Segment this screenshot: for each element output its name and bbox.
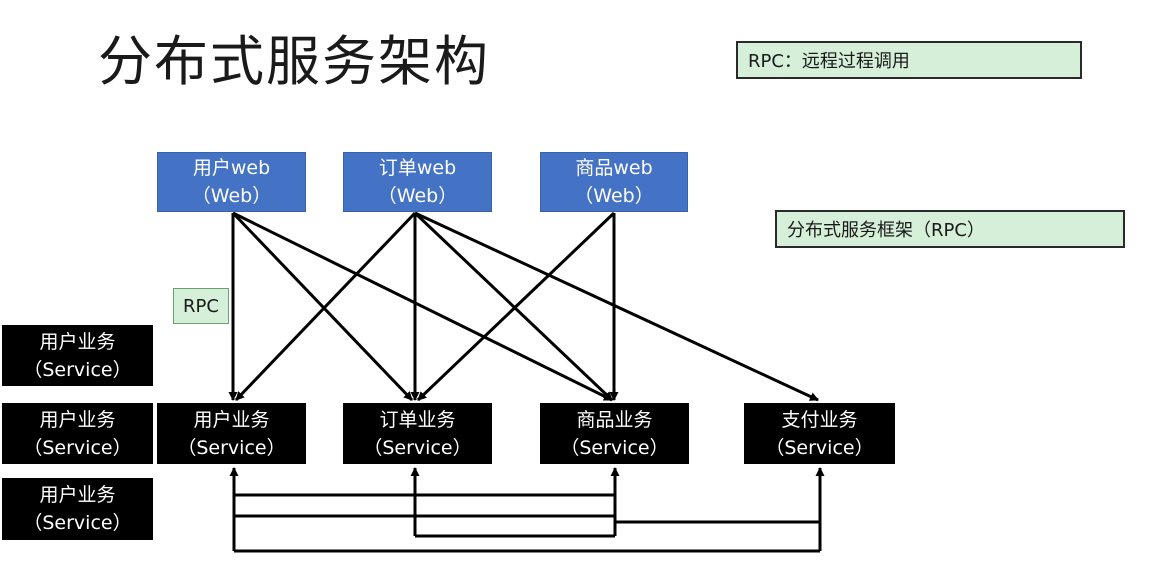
- node-label: 用户业务: [39, 408, 116, 431]
- node-type: （Service）: [765, 436, 874, 459]
- node-type: （Service）: [363, 436, 472, 459]
- node-goods-service: 商品业务 （Service）: [540, 403, 689, 464]
- node-label: 用户业务: [39, 330, 116, 353]
- node-label: 支付业务: [781, 408, 858, 431]
- edge-userweb-goodssvc: [232, 211, 613, 402]
- node-label: 商品业务: [576, 408, 653, 431]
- node-type: （Web）: [377, 185, 458, 207]
- edge-orderweb-paysvc: [414, 211, 819, 402]
- node-order-web: 订单web （Web）: [343, 152, 492, 212]
- edge-orderweb-usersvc: [234, 211, 417, 402]
- node-type: （Web）: [574, 185, 654, 207]
- node-user-service-replica-1: 用户业务 （Service）: [2, 325, 153, 386]
- rpc-tag-label: RPC: [183, 295, 219, 317]
- node-label: 订单业务: [379, 408, 456, 431]
- node-label: 用户业务: [39, 484, 116, 506]
- node-label: 商品web: [575, 157, 653, 179]
- node-pay-service: 支付业务 （Service）: [744, 403, 895, 464]
- node-user-service-replica-3: 用户业务 （Service）: [2, 478, 153, 540]
- edge-userweb-ordersvc: [231, 211, 414, 402]
- node-type: （Service）: [23, 358, 132, 381]
- node-order-service: 订单业务 （Service）: [343, 403, 492, 464]
- node-label: 用户web: [192, 157, 271, 179]
- node-goods-web: 商品web （Web）: [540, 152, 688, 212]
- node-type: （Service）: [23, 436, 132, 459]
- node-type: （Service）: [23, 512, 132, 534]
- node-type: （Web）: [191, 185, 272, 207]
- node-label: 订单web: [378, 157, 457, 179]
- node-user-service: 用户业务 （Service）: [157, 403, 306, 464]
- node-user-service-replica-2: 用户业务 （Service）: [2, 403, 153, 464]
- node-type: （Service）: [177, 436, 286, 459]
- node-user-web: 用户web （Web）: [157, 152, 306, 212]
- node-type: （Service）: [560, 436, 669, 459]
- node-label: 用户业务: [193, 408, 270, 431]
- rpc-tag: RPC: [173, 288, 229, 324]
